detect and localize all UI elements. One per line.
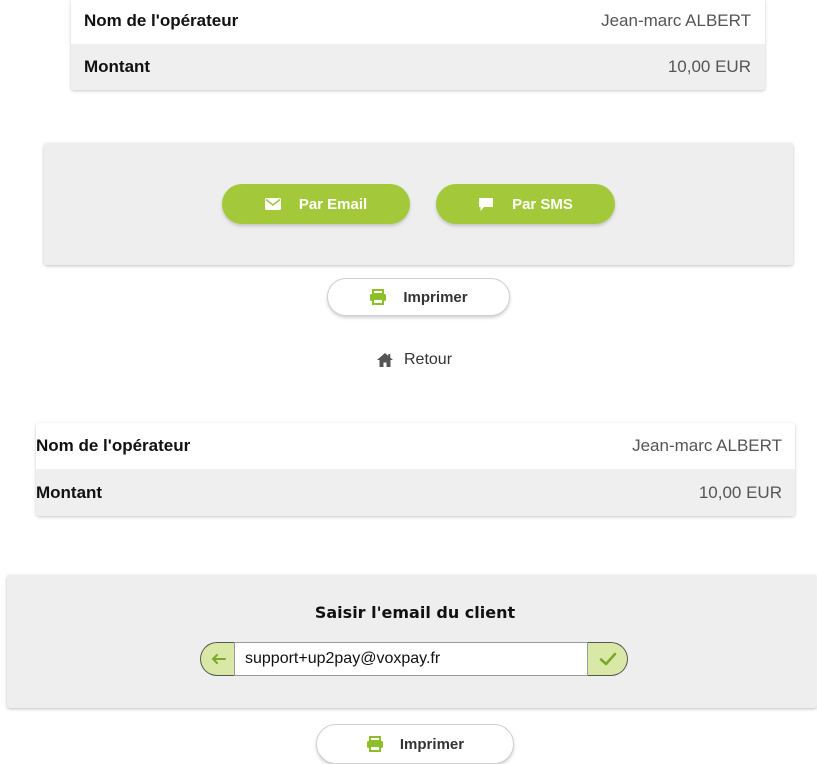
print-label: Imprimer	[403, 288, 468, 306]
print-button-top[interactable]: Imprimer	[327, 278, 510, 316]
send-sms-button[interactable]: Par SMS	[436, 184, 615, 224]
operator-value: Jean-marc ALBERT	[632, 436, 782, 455]
amount-row: Montant 10,00 EUR	[71, 44, 765, 90]
back-label: Retour	[404, 351, 453, 368]
amount-row: Montant 10,00 EUR	[36, 469, 795, 516]
arrow-left-icon	[210, 653, 226, 665]
speech-bubble-icon	[478, 197, 494, 212]
home-icon	[376, 352, 394, 368]
printer-icon	[366, 736, 384, 752]
envelope-icon	[264, 198, 281, 210]
email-prompt-title: Saisir l'email du client	[314, 603, 516, 622]
receipt-summary-card-bottom: Nom de l'opérateur Jean-marc ALBERT Mont…	[36, 423, 795, 516]
receipt-summary-card-top: Nom de l'opérateur Jean-marc ALBERT Mont…	[71, 0, 765, 90]
operator-label: Nom de l'opérateur	[36, 436, 191, 455]
send-email-button[interactable]: Par Email	[222, 184, 410, 224]
operator-label: Nom de l'opérateur	[84, 11, 239, 30]
checkmark-icon	[599, 652, 617, 666]
send-receipt-panel	[44, 143, 793, 265]
print-button-bottom[interactable]: Imprimer	[316, 724, 514, 764]
amount-value: 10,00 EUR	[667, 57, 751, 76]
back-link[interactable]: Retour	[376, 351, 452, 369]
print-label: Imprimer	[399, 735, 465, 753]
amount-label: Montant	[36, 482, 103, 502]
printer-icon	[369, 289, 387, 305]
back-arrow-button[interactable]	[200, 642, 234, 676]
operator-row: Nom de l'opérateur Jean-marc ALBERT	[36, 423, 795, 469]
confirm-email-button[interactable]	[588, 642, 628, 676]
amount-label: Montant	[84, 57, 151, 76]
send-sms-label: Par SMS	[512, 195, 573, 213]
operator-value: Jean-marc ALBERT	[601, 11, 751, 30]
operator-row: Nom de l'opérateur Jean-marc ALBERT	[71, 0, 765, 44]
amount-value: 10,00 EUR	[698, 482, 782, 502]
email-entry-bar	[200, 642, 628, 676]
email-input[interactable]	[234, 642, 588, 676]
send-email-label: Par Email	[298, 195, 368, 213]
